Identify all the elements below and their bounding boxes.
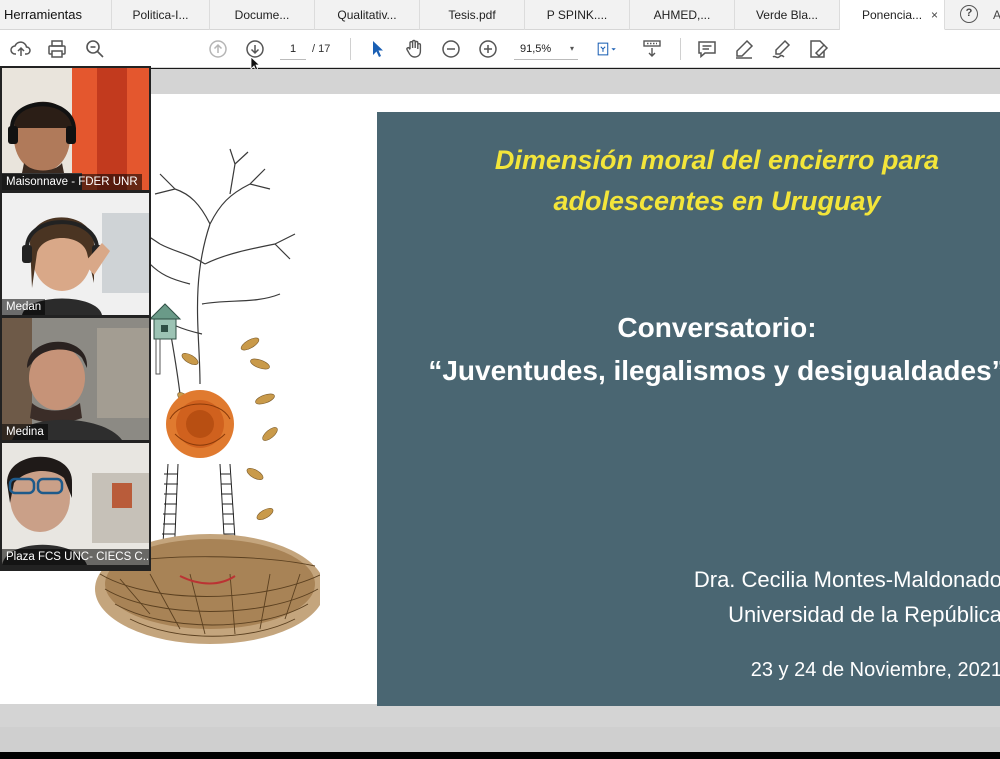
zoom-level-select[interactable]: 91,5% ▾ (514, 38, 578, 60)
toolbar: 1 / 17 91,5% ▾ (0, 30, 1000, 68)
participant-video-tile[interactable]: Maisonnave - FDER UNR (2, 68, 149, 190)
draw-icon[interactable] (770, 38, 792, 60)
participant-name: Maisonnave - FDER UNR (2, 174, 142, 190)
zoom-in-icon[interactable] (477, 38, 499, 60)
account-menu[interactable]: A (993, 0, 1000, 30)
tab-document[interactable]: Verde Bla... (735, 0, 840, 30)
tab-document[interactable]: Tesis.pdf (420, 0, 525, 30)
slide-subtitle-line-2: “Juventudes, ilegalismos y desigualdades… (428, 355, 1000, 386)
zoom-out-icon[interactable] (440, 38, 462, 60)
tab-document[interactable]: Politica-I... (112, 0, 210, 30)
tab-bar: Herramientas Politica-I... Docume... Qua… (0, 0, 1000, 30)
tab-label: Docume... (234, 8, 290, 22)
tab-label: AHMED,... (653, 8, 711, 22)
tab-label: Herramientas (4, 7, 83, 22)
tab-label: Qualitativ... (337, 8, 397, 22)
fit-page-icon[interactable] (596, 38, 626, 60)
participant-video-tile[interactable]: Medina (2, 318, 149, 440)
chevron-down-icon: ▾ (569, 44, 574, 53)
screen-bottom-edge (0, 752, 1000, 759)
page-number-input[interactable]: 1 (280, 38, 306, 60)
participant-name: Medan (2, 299, 46, 315)
slide-title-line-2: adolescentes en Uruguay (553, 186, 881, 216)
page-total-label: / 17 (312, 43, 331, 55)
comment-icon[interactable] (696, 38, 718, 60)
tab-label: Tesis.pdf (448, 8, 496, 22)
tab-document[interactable]: AHMED,... (630, 0, 735, 30)
select-cursor-icon[interactable] (366, 38, 388, 60)
tab-document[interactable]: P SPINK.... (525, 0, 630, 30)
toolbar-divider (680, 38, 681, 60)
help-icon[interactable]: ? (960, 5, 978, 23)
document-bottom-margin (0, 727, 1000, 752)
zoom-level-value: 91,5% (520, 43, 552, 55)
previous-page-icon[interactable] (207, 38, 229, 60)
slide-author-affiliation: Universidad de la República (728, 602, 1000, 627)
slide-date: 23 y 24 de Noviembre, 2021 (750, 659, 1000, 681)
close-icon[interactable]: × (931, 0, 938, 29)
participant-video-tile[interactable]: Plaza FCS UNC- CIECS C... (2, 443, 149, 565)
participant-video-tile[interactable]: Medan (2, 193, 149, 315)
scroll-mode-icon[interactable] (641, 38, 663, 60)
tab-herramientas[interactable]: Herramientas (0, 0, 112, 30)
search-zoom-icon[interactable] (84, 38, 106, 60)
sign-icon[interactable] (807, 38, 829, 60)
participant-name: Medina (2, 424, 48, 440)
tab-label: P SPINK.... (546, 8, 608, 22)
hand-pan-icon[interactable] (403, 38, 425, 60)
slide-subtitle-line-1: Conversatorio: (617, 312, 817, 343)
tab-label: Ponencia... (862, 8, 923, 22)
slide-title-line-1: Dimensión moral del encierro para (494, 145, 940, 175)
tab-document[interactable]: Qualitativ... (315, 0, 420, 30)
slide-panel: Dimensión moral del encierro para adoles… (377, 112, 1000, 706)
tab-label: Verde Bla... (755, 8, 819, 22)
tab-active-document[interactable]: Ponencia... × (840, 0, 945, 30)
cloud-upload-icon[interactable] (10, 38, 32, 60)
tab-document[interactable]: Docume... (210, 0, 315, 30)
highlight-pen-icon[interactable] (733, 38, 755, 60)
toolbar-divider (350, 38, 351, 60)
print-icon[interactable] (46, 38, 68, 60)
participant-name: Plaza FCS UNC- CIECS C... (2, 549, 149, 565)
slide-author-name: Dra. Cecilia Montes-Maldonado (693, 567, 1000, 592)
video-participants-panel: Maisonnave - FDER UNR Medan Medina Plaza… (0, 66, 151, 571)
tab-label: Politica-I... (132, 8, 189, 22)
